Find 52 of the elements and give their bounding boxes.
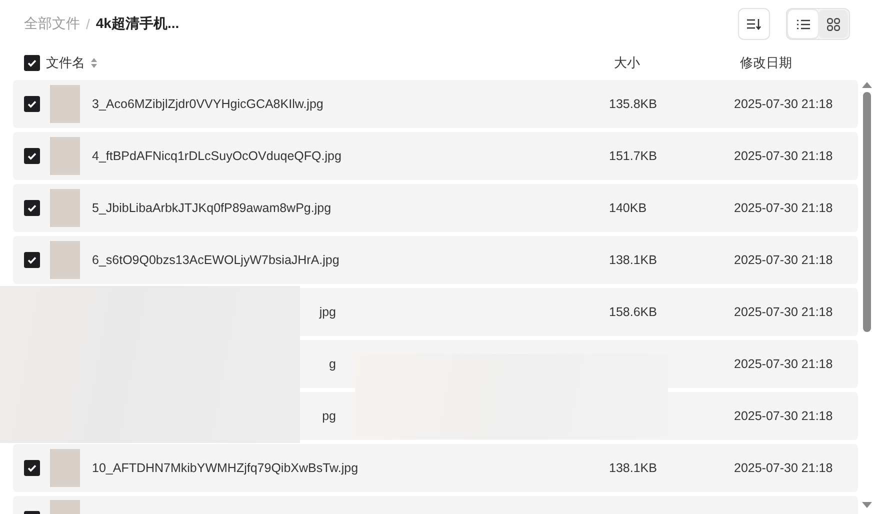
file-size: 135.8KB: [609, 97, 657, 111]
checkbox[interactable]: [24, 55, 40, 71]
file-name: 6_s6tO9Q0bzs13AcEWOLjyW7bsiaJHrA.jpg: [92, 253, 340, 267]
checkbox[interactable]: [24, 96, 40, 112]
checkbox[interactable]: [24, 200, 40, 216]
column-header[interactable]: 文件名: [46, 54, 85, 72]
modified-date: 2025-07-30 21:18: [734, 201, 833, 215]
file-name: 3_Aco6MZibjlZjdr0VVYHgicGCA8KIlw.jpg: [92, 97, 324, 111]
image-thumbnail: [50, 137, 80, 175]
file-row[interactable]: 5_JbibLibaArbkJTJKq0fP89awam8wPg.jpg 140KB 2025-07-30 21:18: [13, 184, 858, 232]
image-thumbnail: [50, 449, 80, 487]
image-thumbnail: [50, 241, 80, 279]
sort-icon: [747, 18, 761, 30]
image-thumbnail: [50, 189, 80, 227]
list-icon: [796, 18, 810, 30]
grid-icon: [826, 18, 840, 30]
modified-date: 2025-07-30 21:18: [734, 357, 833, 371]
file-size: 151.7KB: [609, 149, 657, 163]
column-header: 修改日期: [740, 55, 792, 70]
file-row[interactable]: 4_ftBPdAFNicq1rDLcSuyOcOVduqeQFQ.jpg 151.7KB 2025-07-30 21:18: [13, 132, 858, 180]
file-name: g: [329, 357, 336, 371]
file-name: 4_ftBPdAFNicq1rDLcSuyOcOVduqeQFQ.jpg: [92, 149, 342, 163]
scrollbar-thumb[interactable]: [863, 92, 871, 332]
column-header: 大小: [614, 55, 640, 70]
file-size: 138.1KB: [609, 461, 657, 475]
sort-icon[interactable]: [91, 58, 97, 68]
file-row[interactable]: 6_s6tO9Q0bzs13AcEWOLjyW7bsiaJHrA.jpg 138.1KB 2025-07-30 21:18: [13, 236, 858, 284]
view-mode-button[interactable]: [818, 10, 848, 38]
checkbox[interactable]: [24, 252, 40, 268]
breadcrumb-separator: /: [86, 16, 90, 32]
checkbox[interactable]: [24, 148, 40, 164]
scroll-down-arrow[interactable]: [862, 502, 872, 508]
file-row[interactable]: 10_AFTDHN7MkibYWMHZjfq79QibXwBsTw.jpg 138.1KB 2025-07-30 21:18: [13, 444, 858, 492]
file-name: pg: [322, 409, 336, 423]
file-name: 10_AFTDHN7MkibYWMHZjfq79QibXwBsTw.jpg: [92, 461, 358, 475]
file-size: 140KB: [609, 201, 647, 215]
modified-date: 2025-07-30 21:18: [734, 253, 833, 267]
sort-button[interactable]: [738, 8, 770, 40]
file-row[interactable]: 3_Aco6MZibjlZjdr0VVYHgicGCA8KIlw.jpg 135.8KB 2025-07-30 21:18: [13, 80, 858, 128]
modified-date: 2025-07-30 21:18: [734, 461, 833, 475]
file-name: jpg: [319, 305, 336, 319]
checkbox[interactable]: [24, 460, 40, 476]
file-size: 158.6KB: [609, 305, 657, 319]
modified-date: 2025-07-30 21:18: [734, 409, 833, 423]
file-name: 5_JbibLibaArbkJTJKq0fP89awam8wPg.jpg: [92, 201, 332, 215]
image-thumbnail: [50, 85, 80, 123]
view-mode-button[interactable]: [788, 10, 818, 38]
file-size: 138.1KB: [609, 253, 657, 267]
modified-date: 2025-07-30 21:18: [734, 97, 833, 111]
modified-date: 2025-07-30 21:18: [734, 149, 833, 163]
breadcrumb-item: 4k超清手机...: [96, 15, 180, 33]
modified-date: 2025-07-30 21:18: [734, 305, 833, 319]
